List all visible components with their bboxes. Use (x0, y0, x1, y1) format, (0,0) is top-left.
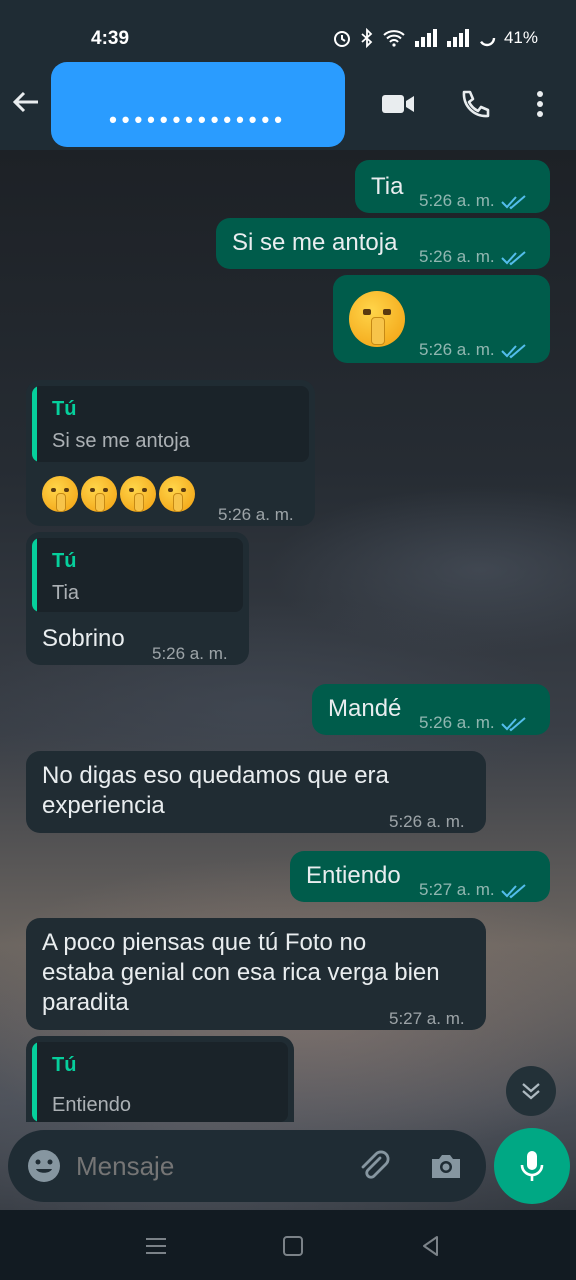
voice-call-icon[interactable] (456, 88, 492, 120)
chat-header: •••••••••••••• (0, 60, 576, 148)
shushing-face-emoji-icon (42, 476, 78, 512)
message-composer (8, 1130, 486, 1202)
signal-icon-2 (446, 29, 469, 47)
back-arrow-icon[interactable] (10, 86, 42, 118)
reply-author: Tú (52, 398, 77, 420)
message-text: Si se me antoja (232, 229, 398, 256)
alarm-icon (333, 31, 350, 47)
reply-accent-bar (32, 538, 37, 612)
recent-apps-icon[interactable] (142, 1232, 170, 1260)
read-ticks-icon (500, 716, 526, 731)
back-nav-icon[interactable] (417, 1232, 445, 1260)
wifi-icon (383, 30, 405, 47)
emoji-row (42, 476, 195, 512)
message-text-line: estaba genial con esa rica verga bien (42, 959, 440, 986)
message-time: 5:27 a. m. (389, 1009, 465, 1028)
signal-icon (414, 29, 437, 47)
bluetooth-icon (361, 28, 373, 48)
reply-text: Entiendo (52, 1094, 131, 1116)
home-icon[interactable] (279, 1232, 307, 1260)
message-time: 5:26 a. m. (218, 505, 294, 524)
reply-author: Tú (52, 550, 77, 572)
status-time: 4:39 (91, 28, 130, 49)
message-time: 5:26 a. m. (152, 644, 228, 663)
read-ticks-icon (500, 883, 526, 898)
status-icons: 41% (332, 28, 538, 48)
attach-icon[interactable] (356, 1148, 392, 1184)
message-time: 5:26 a. m. (419, 335, 527, 365)
message-bubble-outgoing[interactable]: Entiendo 5:27 a. m. (290, 851, 550, 902)
message-bubble-outgoing[interactable]: Si se me antoja 5:26 a. m. (216, 218, 550, 269)
more-options-icon[interactable] (522, 88, 558, 120)
message-time: 5:27 a. m. (419, 875, 527, 905)
message-text-line: experiencia (42, 792, 165, 819)
reply-text: Si se me antoja (52, 430, 190, 452)
status-bar: 4:39 41% (0, 22, 576, 56)
read-ticks-icon (500, 194, 526, 209)
message-text-line: No digas eso quedamos que era (42, 762, 389, 789)
shushing-face-emoji-icon (81, 476, 117, 512)
scroll-to-bottom-button[interactable] (506, 1066, 556, 1116)
quoted-reply[interactable]: Tú Si se me antoja (32, 386, 309, 462)
quoted-reply[interactable]: Tú Tia (32, 538, 243, 612)
message-text: Tia (371, 173, 404, 200)
message-bubble-incoming[interactable]: A poco piensas que tú Foto no estaba gen… (26, 918, 486, 1030)
shushing-face-emoji-icon (120, 476, 156, 512)
reply-accent-bar (32, 1042, 37, 1122)
message-bubble-outgoing[interactable]: Tia 5:26 a. m. (355, 160, 550, 213)
system-navigation-bar (0, 1210, 576, 1280)
message-bubble-incoming[interactable]: Tú Tia Sobrino 5:26 a. m. (26, 532, 249, 665)
contact-name-masked: •••••••••••••• (109, 107, 287, 132)
quoted-reply[interactable]: Tú Entiendo (32, 1042, 288, 1122)
battery-level: 41% (503, 28, 538, 47)
message-text: Mandé (328, 695, 402, 722)
reply-text: Tia (52, 582, 80, 604)
reply-accent-bar (32, 386, 37, 462)
message-bubble-incoming[interactable]: No digas eso quedamos que era experienci… (26, 751, 486, 833)
shushing-face-emoji-icon (349, 291, 405, 347)
message-input[interactable] (76, 1144, 346, 1188)
message-bubble-outgoing[interactable]: 5:26 a. m. (333, 275, 550, 363)
battery-icon (478, 29, 496, 47)
message-bubble-incoming[interactable]: Tú Entiendo (26, 1036, 294, 1122)
video-call-icon[interactable] (380, 88, 416, 120)
emoji-icon[interactable] (26, 1148, 62, 1184)
message-time: 5:26 a. m. (419, 242, 527, 272)
message-text-line: paradita (42, 989, 129, 1016)
message-time: 5:26 a. m. (419, 708, 527, 738)
reply-author: Tú (52, 1054, 77, 1076)
read-ticks-icon (500, 343, 526, 358)
contact-name[interactable]: •••••••••••••• (51, 62, 345, 147)
message-time: 5:26 a. m. (389, 812, 465, 831)
voice-message-button[interactable] (494, 1128, 570, 1204)
double-chevron-down-icon (522, 1083, 540, 1100)
message-time: 5:26 a. m. (419, 186, 527, 216)
message-text: Sobrino (42, 625, 125, 652)
camera-icon[interactable] (428, 1148, 464, 1184)
message-text: Entiendo (306, 862, 401, 889)
microphone-icon (520, 1151, 544, 1181)
message-bubble-incoming[interactable]: Tú Si se me antoja 5:26 a. m. (26, 380, 315, 526)
read-ticks-icon (500, 250, 526, 265)
app-header: 4:39 41% •••••••••••••• (0, 0, 576, 150)
message-bubble-outgoing[interactable]: Mandé 5:26 a. m. (312, 684, 550, 735)
message-text-line: A poco piensas que tú Foto no (42, 929, 367, 956)
shushing-face-emoji-icon (159, 476, 195, 512)
